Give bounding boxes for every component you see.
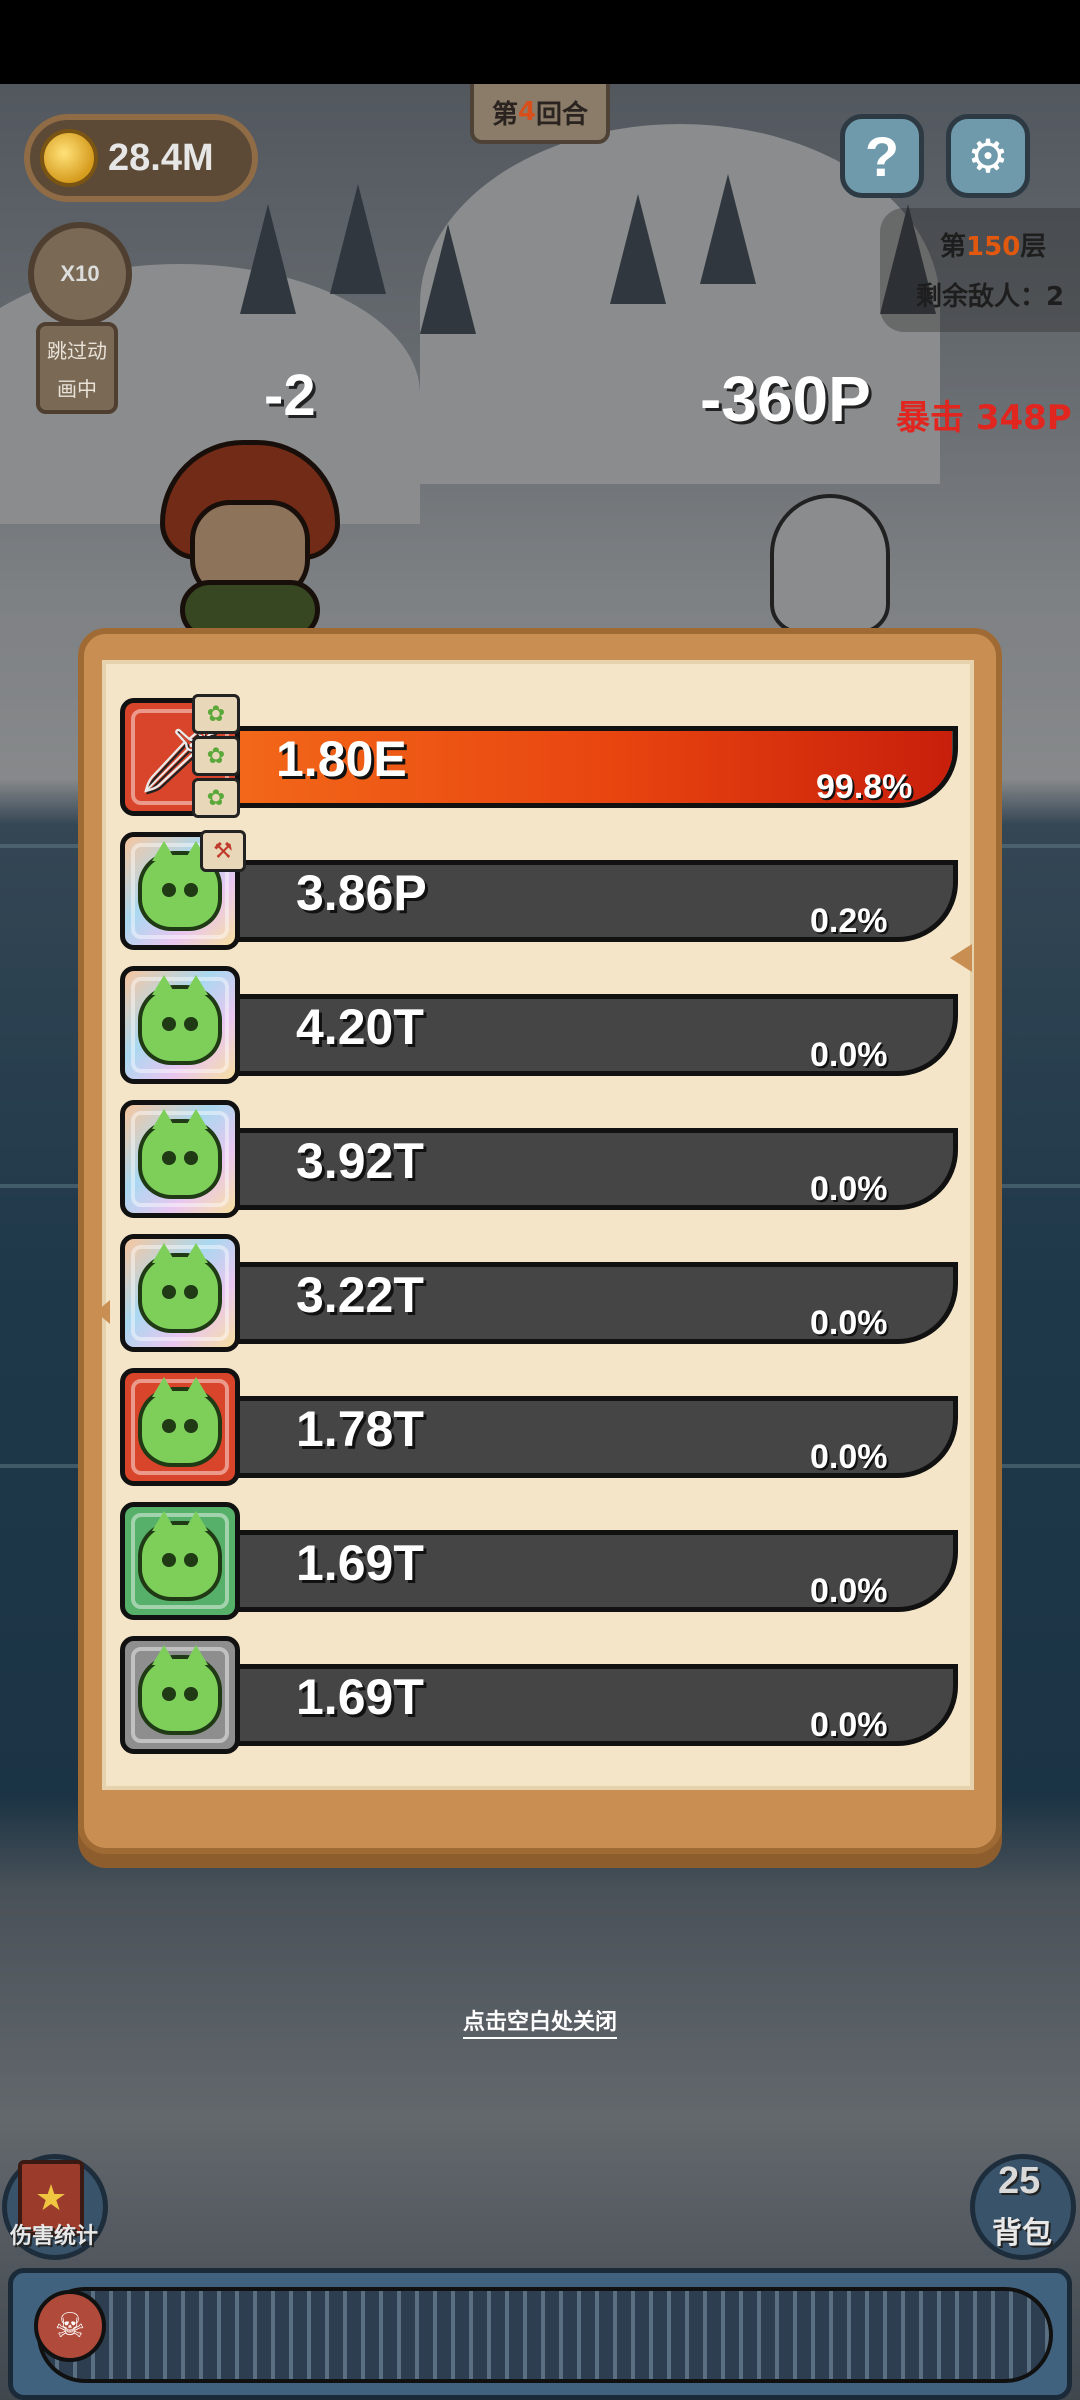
damage-row: 3.92T 0.0% xyxy=(120,1100,960,1218)
slime-badge-icon: ✿ xyxy=(192,736,240,776)
green-slime-icon xyxy=(138,1511,222,1601)
crit-damage-popup: 暴击 348P xyxy=(896,398,1072,438)
damage-row: 4.20T 0.0% xyxy=(120,966,960,1084)
gear-icon: ⚙ xyxy=(967,129,1009,183)
slime-badge-icon: ✿ xyxy=(192,778,240,818)
damage-percent: 0.0% xyxy=(810,1170,888,1208)
skill-queue-track xyxy=(37,2287,1053,2383)
green-slime-icon xyxy=(138,1109,222,1199)
panel-notch-left xyxy=(96,1300,110,1324)
slime-tile xyxy=(120,966,240,1084)
backpack-label: 背包 xyxy=(992,2216,1052,2251)
floor-number: 第150层 xyxy=(940,232,1047,262)
skip-animation-toggle[interactable]: 跳过动 画中 xyxy=(36,322,118,414)
damage-row: 1.69T 0.0% xyxy=(120,1502,960,1620)
speed-x10-button[interactable]: X10 xyxy=(28,222,132,326)
green-slime-icon xyxy=(138,1645,222,1735)
settings-button[interactable]: ⚙ xyxy=(946,114,1030,198)
damage-percent: 0.0% xyxy=(810,1572,888,1610)
green-slime-icon xyxy=(138,1377,222,1467)
slime-tile xyxy=(120,1368,240,1486)
damage-stats-label: 伤害统计 xyxy=(10,2224,99,2249)
slime-tile xyxy=(120,1502,240,1620)
enemies-remaining: 剩余敌人：2 xyxy=(916,282,1065,312)
damage-value: 3.86P xyxy=(296,865,427,921)
green-slime-icon xyxy=(138,1243,222,1333)
damage-row: 3.22T 0.0% xyxy=(120,1234,960,1352)
coin-icon xyxy=(40,129,98,187)
damage-percent: 99.8% xyxy=(816,768,913,806)
damage-percent: 0.0% xyxy=(810,1438,888,1476)
damage-value: 1.78T xyxy=(296,1401,424,1457)
skill-queue-bar xyxy=(8,2268,1072,2400)
coin-amount: 28.4M xyxy=(108,136,214,179)
speed-label: X10 xyxy=(60,261,100,286)
damage-percent: 0.0% xyxy=(810,1706,888,1744)
slime-tile xyxy=(120,1636,240,1754)
help-button[interactable]: ? xyxy=(840,114,924,198)
slime-tile xyxy=(120,1100,240,1218)
damage-value: 4.20T xyxy=(296,999,424,1055)
question-icon: ? xyxy=(864,124,900,188)
damage-row: 🗡 ✿ ✿ ✿ 1.80E 99.8% xyxy=(120,694,960,818)
coin-counter: 28.4M xyxy=(24,114,258,202)
axe-badge-icon: ⚒ xyxy=(200,830,246,872)
attached-skill-badges: ✿ ✿ ✿ xyxy=(192,694,242,820)
dragon-head-icon: ☠ xyxy=(34,2290,106,2362)
round-indicator: 第 4 回合 xyxy=(470,84,610,144)
green-slime-icon xyxy=(138,975,222,1065)
damage-percent: 0.0% xyxy=(810,1036,888,1074)
damage-value: 3.22T xyxy=(296,1267,424,1323)
damage-percent: 0.0% xyxy=(810,1304,888,1342)
player-damage-popup: -2 xyxy=(264,363,316,428)
damage-value: 3.92T xyxy=(296,1133,424,1189)
backpack-count: 25 xyxy=(998,2160,1041,2202)
damage-percent: 0.2% xyxy=(810,902,888,940)
tap-to-close-hint[interactable]: 点击空白处关闭 xyxy=(0,2004,1080,2039)
damage-row: 1.78T 0.0% xyxy=(120,1368,960,1486)
status-bar xyxy=(0,0,1080,84)
damage-value: 1.80E xyxy=(276,731,407,787)
slime-tile xyxy=(120,1234,240,1352)
damage-value: 1.69T xyxy=(296,1669,424,1725)
slime-badge-icon: ✿ xyxy=(192,694,240,734)
damage-row: 1.69T 0.0% xyxy=(120,1636,960,1754)
damage-value: 1.69T xyxy=(296,1535,424,1591)
enemy-damage-popup: -360P xyxy=(700,363,871,435)
damage-row: 3.86P 0.2% xyxy=(120,832,960,950)
